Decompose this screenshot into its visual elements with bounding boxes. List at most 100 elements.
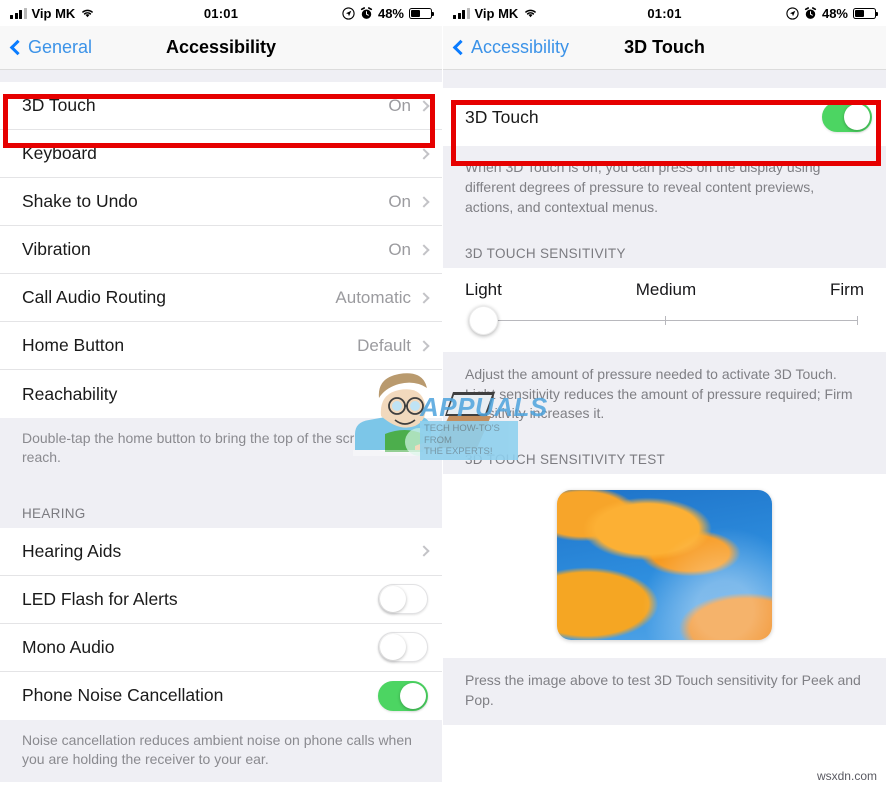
slider-tick-medium (664, 315, 666, 325)
right-phone-screen: Vip MK 01:01 48% Accessibility 3D Touch … (443, 0, 886, 788)
status-right-group: 48% (342, 5, 435, 21)
corner-watermark: wsxdn.com (816, 769, 877, 783)
location-arrow-icon (786, 6, 799, 20)
toggle-led-flash[interactable] (378, 584, 428, 615)
group-spacer-top (0, 70, 442, 82)
row-home-button[interactable]: Home Button Default (0, 322, 442, 370)
row-label: 3D Touch (22, 95, 96, 115)
row-mono-audio[interactable]: Mono Audio (0, 623, 442, 672)
chevron-left-icon (9, 39, 26, 56)
toggle-knob (400, 682, 426, 709)
row-accessory-group (418, 147, 430, 160)
row-label: Reachability (22, 383, 118, 404)
back-button-label: General (28, 37, 93, 57)
chevron-right-icon (418, 339, 430, 352)
toggle-knob (380, 634, 406, 661)
back-button-label: Accessibility (471, 37, 570, 57)
row-label: Shake to Undo (22, 191, 138, 211)
toggle-phone-noise-cancellation[interactable] (378, 680, 428, 711)
battery-percent-label: 48% (821, 5, 848, 21)
row-label: LED Flash for Alerts (22, 588, 178, 609)
row-accessory-group (822, 102, 872, 132)
orange-poppy-flowers-photo[interactable] (557, 490, 772, 641)
row-label: Phone Noise Cancellation (22, 685, 224, 706)
back-button-general[interactable]: General (8, 37, 92, 58)
left-phone-screen: Vip MK 01:01 48% General Accessibility 3… (0, 0, 443, 788)
row-label: Vibration (22, 239, 91, 259)
row-vibration[interactable]: Vibration On (0, 226, 442, 274)
row-accessory-group (418, 545, 430, 557)
row-call-audio-routing[interactable]: Call Audio Routing Automatic (0, 274, 442, 322)
battery-percent-label: 48% (377, 5, 404, 21)
row-hearing-aids[interactable]: Hearing Aids (0, 527, 442, 576)
battery-icon (853, 7, 879, 19)
chevron-right-icon (418, 291, 430, 304)
footnote-reachability: Double-tap the home button to bring the … (0, 418, 442, 480)
battery-icon (409, 7, 435, 19)
nav-bar-right: Accessibility 3D Touch (443, 26, 886, 70)
row-accessory-group (378, 584, 428, 615)
group-spacer-top (443, 70, 886, 88)
status-bar-right: Vip MK 01:01 48% (443, 0, 886, 26)
slider-tick-firm (857, 315, 858, 325)
3d-touch-toggle-list: 3D Touch (443, 88, 886, 146)
hearing-list: Hearing Aids LED Flash for Alerts Mono A… (0, 527, 442, 720)
chevron-right-icon (418, 545, 430, 557)
row-label: Keyboard (22, 143, 97, 163)
section-header-sensitivity-test: 3D TOUCH SENSITIVITY TEST (443, 438, 886, 475)
row-accessory-group: Default (357, 335, 430, 356)
row-label: Call Audio Routing (22, 287, 166, 307)
row-led-flash-for-alerts[interactable]: LED Flash for Alerts (0, 575, 442, 624)
nav-bar-left: General Accessibility (0, 26, 442, 70)
footnote-noise-cancellation: Noise cancellation reduces ambient noise… (0, 719, 442, 782)
chevron-left-icon (452, 39, 469, 56)
footnote-test: Press the image above to test 3D Touch s… (443, 658, 886, 725)
row-value: On (388, 95, 411, 115)
section-header-sensitivity: 3D TOUCH SENSITIVITY (443, 231, 886, 268)
row-accessory-group: On (388, 191, 430, 212)
chevron-right-icon (418, 243, 430, 256)
toggle-knob (844, 104, 870, 130)
section-header-hearing: HEARING (0, 479, 442, 528)
alarm-clock-icon (804, 6, 817, 19)
row-accessory-group: Automatic (335, 287, 430, 308)
row-value: Automatic (335, 287, 411, 307)
row-reachability[interactable]: Reachability (0, 370, 442, 418)
footnote-sensitivity: Adjust the amount of pressure needed to … (443, 351, 886, 439)
row-shake-to-undo[interactable]: Shake to Undo On (0, 178, 442, 226)
accessibility-list: 3D Touch On Keyboard Shake to Undo On Vi… (0, 82, 442, 418)
row-3d-touch-toggle[interactable]: 3D Touch (443, 88, 886, 146)
toggle-mono-audio[interactable] (378, 632, 428, 663)
chevron-right-icon (418, 147, 430, 160)
dual-screenshot-container: Vip MK 01:01 48% General Accessibility 3… (0, 0, 886, 788)
back-button-accessibility[interactable]: Accessibility (451, 37, 569, 58)
slider-label-light: Light (465, 279, 502, 299)
row-value: On (388, 191, 411, 211)
row-accessory-group (378, 680, 428, 711)
row-3d-touch[interactable]: 3D Touch On (0, 82, 442, 130)
row-accessory-group: On (388, 95, 430, 116)
toggle-knob (380, 586, 406, 613)
row-label: Hearing Aids (22, 540, 122, 561)
row-value: On (388, 239, 411, 259)
slider-labels: Light Medium Firm (465, 274, 864, 304)
slider-label-medium: Medium (635, 279, 697, 299)
chevron-right-icon (418, 99, 430, 112)
description-3d-touch: When 3D Touch is on, you can press on th… (443, 146, 886, 232)
row-label: Mono Audio (22, 636, 115, 657)
row-label: Home Button (22, 335, 125, 355)
alarm-clock-icon (360, 6, 373, 19)
sensitivity-slider-card: Light Medium Firm (443, 267, 886, 352)
sensitivity-slider[interactable] (465, 304, 864, 338)
row-accessory-group (378, 632, 428, 663)
slider-handle[interactable] (469, 305, 498, 335)
status-bar-left: Vip MK 01:01 48% (0, 0, 442, 26)
row-label: 3D Touch (465, 106, 539, 127)
row-phone-noise-cancellation[interactable]: Phone Noise Cancellation (0, 671, 442, 720)
row-keyboard[interactable]: Keyboard (0, 130, 442, 178)
slider-track (483, 319, 858, 321)
location-arrow-icon (342, 6, 355, 20)
row-value: Default (357, 335, 411, 355)
status-right-group: 48% (786, 5, 879, 21)
toggle-3d-touch[interactable] (822, 102, 872, 132)
